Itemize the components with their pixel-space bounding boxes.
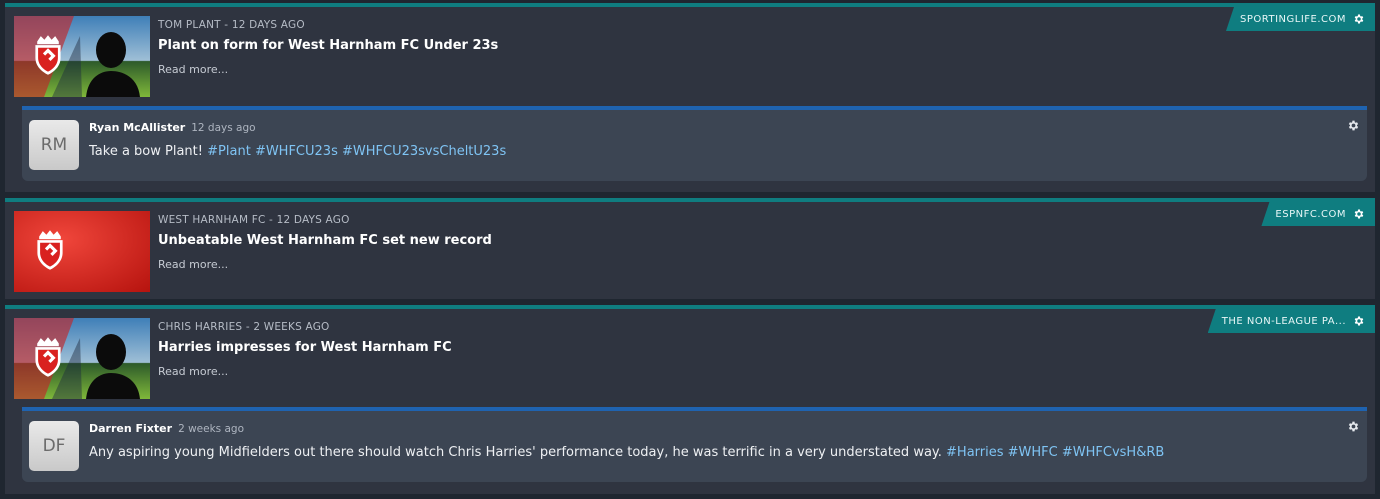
post-text: Take a bow Plant! #Plant #WHFCU23s #WHFC… — [89, 144, 506, 159]
news-thumbnail[interactable] — [14, 318, 150, 399]
post-time: 12 days ago — [191, 122, 256, 134]
hashtag[interactable]: #WHFCU23svsCheltU23s — [342, 144, 506, 159]
read-more-link[interactable]: Read more... — [158, 63, 228, 76]
social-post: RM Ryan McAllister 12 days ago Take a bow… — [22, 106, 1367, 181]
gear-icon[interactable] — [1353, 208, 1365, 220]
source-name: SPORTINGLIFE.COM — [1239, 13, 1346, 25]
source-badge[interactable]: SPORTINGLIFE.COM — [1225, 7, 1375, 31]
avatar[interactable]: DF — [29, 421, 79, 471]
article-meta: TOM PLANT - 12 DAYS AGO — [158, 19, 305, 31]
source-badge[interactable]: THE NON-LEAGUE PA... — [1207, 309, 1375, 333]
gear-icon[interactable] — [1347, 420, 1360, 433]
hashtag[interactable]: #WHFCU23s — [255, 144, 338, 159]
article-headline[interactable]: Unbeatable West Harnham FC set new recor… — [158, 233, 492, 248]
social-post: DF Darren Fixter 2 weeks ago Any aspiring… — [22, 407, 1367, 482]
article-meta: CHRIS HARRIES - 2 WEEKS AGO — [158, 321, 330, 333]
article-headline[interactable]: Harries impresses for West Harnham FC — [158, 340, 452, 355]
gear-icon[interactable] — [1353, 13, 1365, 25]
news-card[interactable]: THE NON-LEAGUE PA... CHRIS HARRIES - 2 W… — [5, 305, 1375, 494]
gear-icon[interactable] — [1353, 315, 1365, 327]
source-name: ESPNFC.COM — [1275, 208, 1346, 220]
article-meta: WEST HARNHAM FC - 12 DAYS AGO — [158, 214, 350, 226]
hashtag[interactable]: #Plant — [207, 144, 251, 159]
news-card[interactable]: ESPNFC.COM WEST HARNHAM FC - 12 DAYS AGO… — [5, 198, 1375, 299]
news-card[interactable]: SPORTINGLIFE.COM TOM PLANT - 12 DAYS AGO… — [5, 3, 1375, 192]
post-author[interactable]: Darren Fixter 2 weeks ago — [89, 422, 244, 435]
post-body: Any aspiring young Midfielders out there… — [89, 445, 942, 460]
news-thumbnail[interactable] — [14, 16, 150, 97]
source-badge[interactable]: ESPNFC.COM — [1261, 202, 1375, 226]
read-more-link[interactable]: Read more... — [158, 258, 228, 271]
post-author[interactable]: Ryan McAllister 12 days ago — [89, 121, 256, 134]
article-headline[interactable]: Plant on form for West Harnham FC Under … — [158, 38, 498, 53]
post-time: 2 weeks ago — [178, 423, 245, 435]
read-more-link[interactable]: Read more... — [158, 365, 228, 378]
hashtag[interactable]: #WHFC — [1008, 445, 1058, 460]
post-text: Any aspiring young Midfielders out there… — [89, 445, 1164, 460]
gear-icon[interactable] — [1347, 119, 1360, 132]
news-thumbnail[interactable] — [14, 211, 150, 292]
avatar[interactable]: RM — [29, 120, 79, 170]
hashtag[interactable]: #WHFCvsH&RB — [1062, 445, 1164, 460]
post-body: Take a bow Plant! — [89, 144, 203, 159]
author-name: Ryan McAllister — [89, 121, 186, 134]
source-name: THE NON-LEAGUE PA... — [1221, 315, 1346, 327]
hashtag[interactable]: #Harries — [946, 445, 1003, 460]
author-name: Darren Fixter — [89, 422, 173, 435]
